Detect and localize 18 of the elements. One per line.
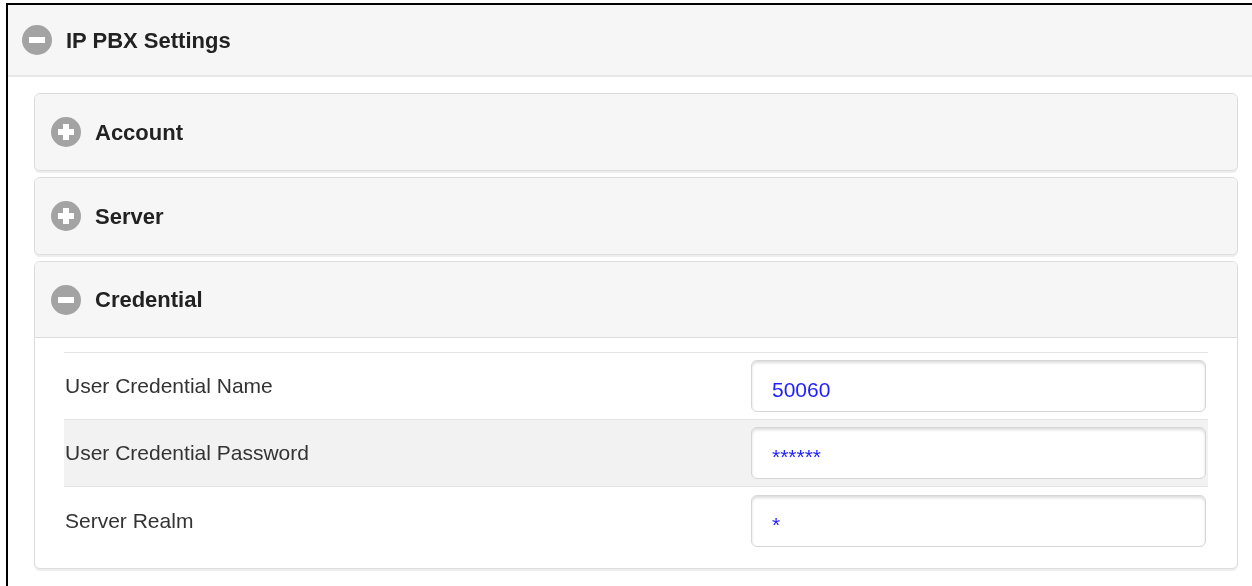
section-title: Credential xyxy=(95,286,203,314)
text-field[interactable]: * xyxy=(751,494,1206,547)
field-label: User Credential Password xyxy=(64,440,310,467)
field-label: Server Realm xyxy=(64,507,195,534)
section-header[interactable]: Server xyxy=(35,178,1237,254)
text-field[interactable]: ****** xyxy=(751,427,1206,479)
field-label: User Credential Name xyxy=(64,373,274,400)
minus-icon[interactable] xyxy=(51,284,81,315)
text-field[interactable]: 50060 xyxy=(751,360,1206,412)
section-title: Account xyxy=(95,118,183,147)
plus-icon[interactable] xyxy=(51,201,81,231)
plus-icon[interactable] xyxy=(51,117,81,147)
panel-header[interactable]: IP PBX Settings xyxy=(8,5,1252,77)
section-header[interactable]: Account xyxy=(35,94,1237,170)
panel-title: IP PBX Settings xyxy=(66,26,231,55)
section-title: Server xyxy=(95,202,164,231)
minus-icon[interactable] xyxy=(22,25,52,55)
section-header[interactable]: Credential xyxy=(35,262,1237,338)
